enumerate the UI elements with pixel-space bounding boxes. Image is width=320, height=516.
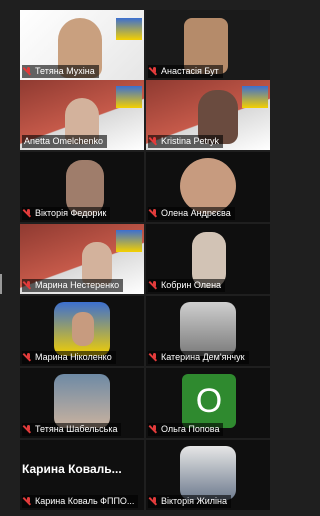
video-tile-maryna-nesterenko[interactable]: Марина Нестеренко [20,224,144,294]
mic-muted-icon [24,352,33,363]
name-label: Kristina Petryk [148,135,224,148]
mic-muted-icon [24,208,33,219]
name-label: Марина Нестеренко [22,279,124,292]
name-label: Олена Андрєєва [148,207,235,220]
mic-muted-icon [24,424,33,435]
name-label: Тетяна Шабельська [22,423,122,436]
mic-muted-icon [150,280,159,291]
mic-muted-icon [150,136,159,147]
name-label: Анастасія Бут [148,65,223,78]
name-label: Тетяна Мухіна [22,65,99,78]
name-label: Ольга Попова [148,423,224,436]
name-label: Катерина Дем'янчук [148,351,249,364]
video-tile-olha-popova[interactable]: O Ольга Попова [146,368,270,438]
name-label: Anetta Omelchenko [22,135,108,148]
name-label: Вікторія Жиліна [148,495,232,508]
video-tile-tetiana-shabelska[interactable]: Тетяна Шабельська [20,368,144,438]
video-tile-viktoriia-zhylina[interactable]: Вікторія Жиліна [146,440,270,510]
mic-muted-icon [150,66,159,77]
video-tile-maryna-nikolenko[interactable]: Марина Ніколенко [20,296,144,366]
placeholder-letter: O [195,381,223,420]
scroll-handle[interactable] [0,274,2,294]
name-label: Вікторія Федорик [22,207,111,220]
participant-display-name: Карина Коваль... [22,462,122,476]
mic-muted-icon [24,496,33,507]
name-label: Карина Коваль ФППО... [22,495,139,508]
video-tile-olena-andrieieva[interactable]: Олена Андрєєва [146,152,270,222]
mic-muted-icon [24,280,33,291]
video-tile-anastasiia-but[interactable]: Анастасія Бут [146,10,270,80]
mic-muted-icon [150,208,159,219]
name-label: Марина Ніколенко [22,351,116,364]
video-tile-kateryna-demianchuk[interactable]: Катерина Дем'янчук [146,296,270,366]
mic-muted-icon [150,496,159,507]
video-tile-tetiana-mukhina[interactable]: Тетяна Мухіна [20,10,144,80]
video-tile-viktoriia-fedoryk[interactable]: Вікторія Федорик [20,152,144,222]
name-label: Кобрин Олена [148,279,226,292]
video-tile-kobryn-olena[interactable]: Кобрин Олена [146,224,270,294]
mic-muted-icon [24,66,33,77]
video-tile-anetta-omelchenko[interactable]: Anetta Omelchenko [20,80,144,150]
mic-muted-icon [150,352,159,363]
video-tile-kristina-petryk[interactable]: Kristina Petryk [146,80,270,150]
mic-muted-icon [150,424,159,435]
